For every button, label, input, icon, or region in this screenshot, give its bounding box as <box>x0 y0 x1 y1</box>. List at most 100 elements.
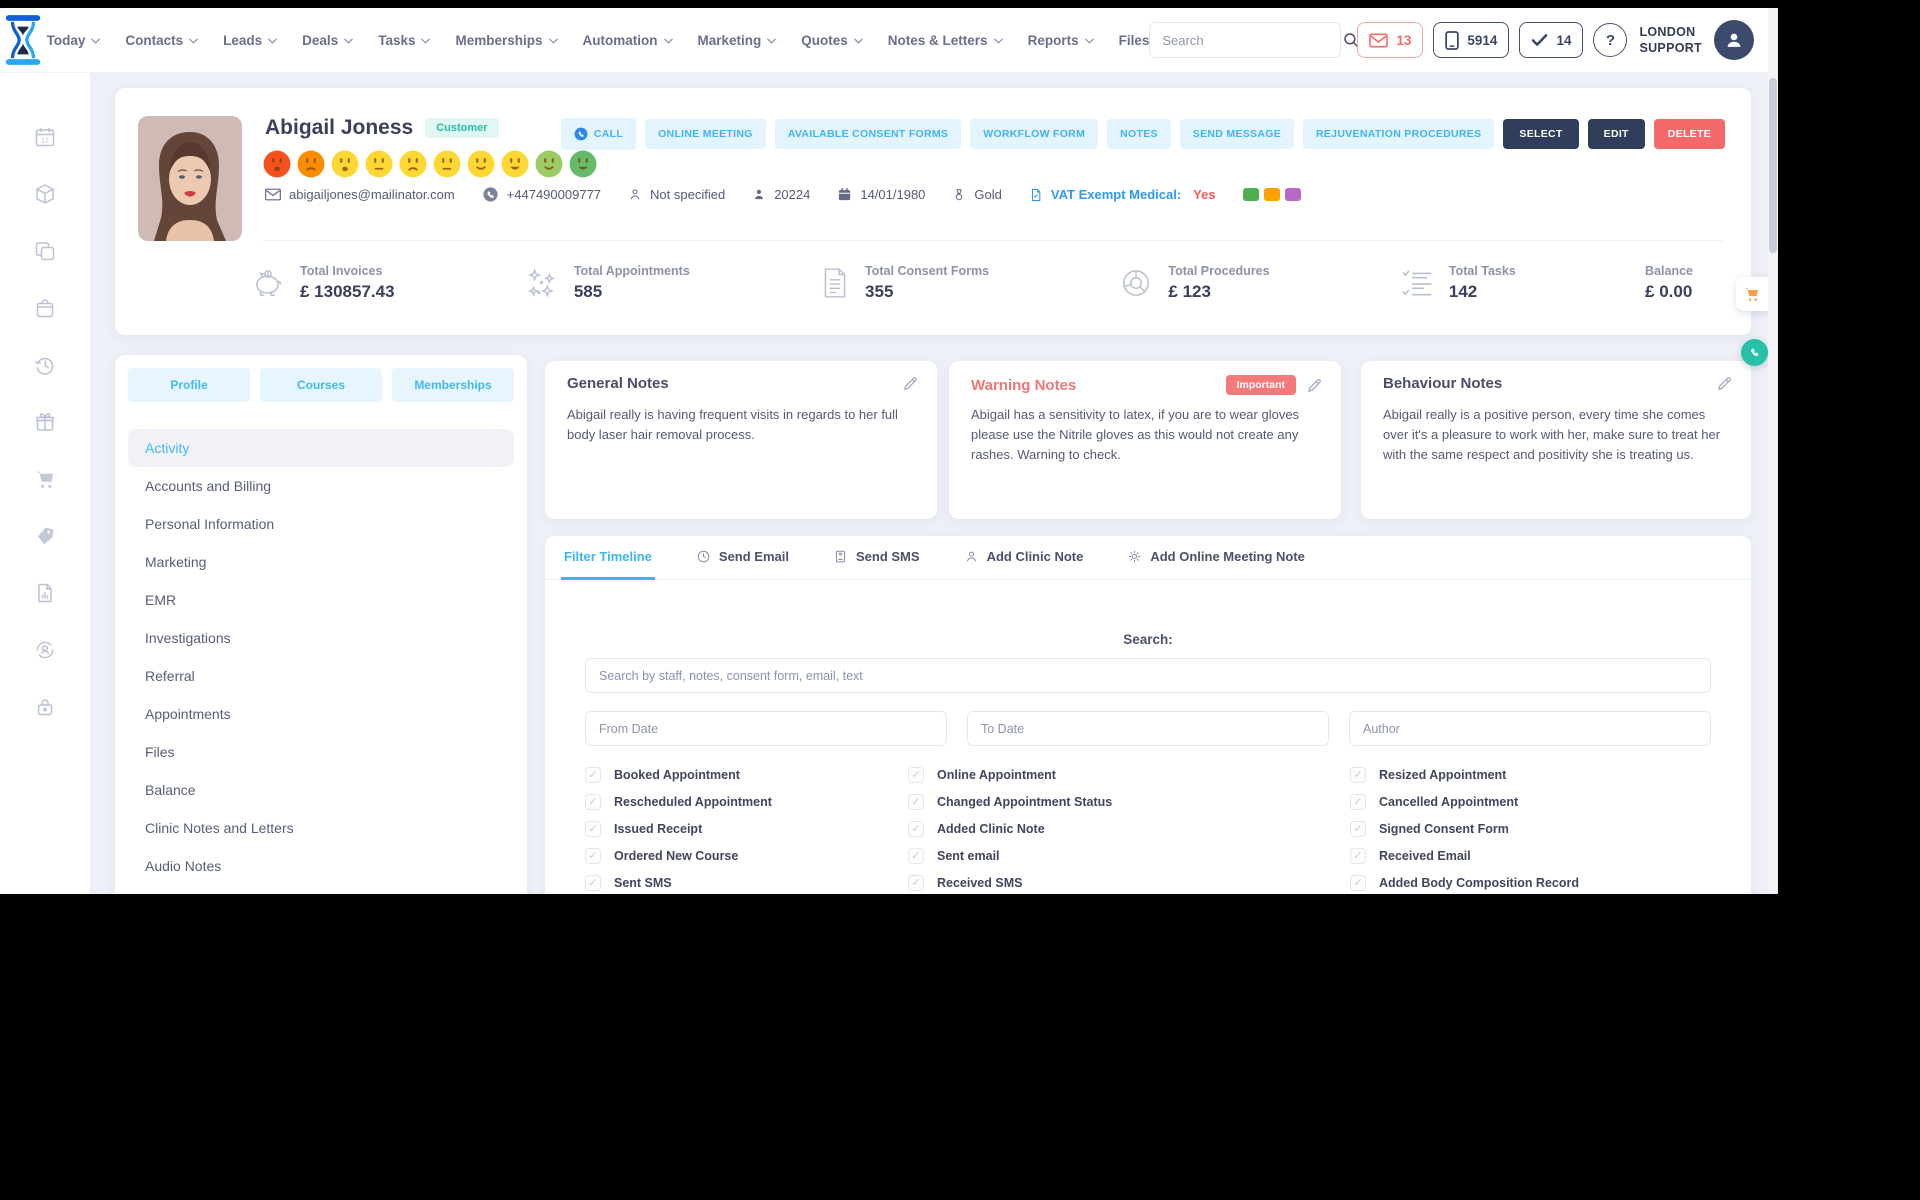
sales-tag-icon[interactable] <box>33 524 57 548</box>
cart-fab[interactable] <box>1736 277 1768 311</box>
color-tag[interactable] <box>1263 188 1280 201</box>
checkbox-checked-icon[interactable] <box>1350 820 1366 837</box>
gift-icon[interactable] <box>33 410 57 434</box>
vat-exempt-status[interactable]: VAT Exempt Medical: Yes <box>1029 187 1216 203</box>
profile-menu-item[interactable]: Accounts and Billing <box>128 467 514 505</box>
tab-profile[interactable]: Profile <box>128 368 250 402</box>
filter-checkbox-item[interactable]: Changed Appointment Status <box>908 793 1350 810</box>
search-input[interactable] <box>1150 32 1343 48</box>
profile-menu-item[interactable]: Investigations <box>128 619 514 657</box>
checkbox-checked-icon[interactable] <box>1350 874 1366 891</box>
nav-item[interactable]: Memberships <box>455 33 558 48</box>
select-button[interactable]: SELECT <box>1503 119 1579 149</box>
brand-logo[interactable] <box>0 14 47 66</box>
lock-icon[interactable] <box>33 695 57 719</box>
tab-memberships[interactable]: Memberships <box>392 368 514 402</box>
tab-send-sms[interactable]: Send SMS <box>830 536 923 580</box>
satisfaction-face-icon[interactable] <box>501 150 529 178</box>
nav-item[interactable]: Contacts <box>125 33 198 48</box>
edit-pencil-icon[interactable] <box>1716 375 1733 392</box>
copy-icon[interactable] <box>33 239 57 263</box>
satisfaction-face-icon[interactable] <box>535 150 563 178</box>
profile-menu-item[interactable]: Referral <box>128 657 514 695</box>
nav-item[interactable]: Notes & Letters <box>888 33 1003 48</box>
tab-send-email[interactable]: Send Email <box>693 536 792 580</box>
filter-checkbox-item[interactable]: Signed Consent Form <box>1350 820 1711 837</box>
edit-pencil-icon[interactable] <box>1306 377 1323 394</box>
scrollbar-thumb[interactable] <box>1769 78 1777 253</box>
checkbox-checked-icon[interactable] <box>585 874 601 891</box>
customer-photo[interactable] <box>138 116 242 241</box>
report-icon[interactable] <box>33 581 57 605</box>
notes-button[interactable]: NOTES <box>1107 119 1171 149</box>
checkbox-checked-icon[interactable] <box>585 793 601 810</box>
checkbox-checked-icon[interactable] <box>908 847 924 864</box>
profile-menu-item[interactable]: Files <box>128 733 514 771</box>
checkbox-checked-icon[interactable] <box>908 820 924 837</box>
edit-pencil-icon[interactable] <box>902 375 919 392</box>
filter-checkbox-item[interactable]: Booked Appointment <box>585 766 908 783</box>
nav-item[interactable]: Today <box>47 33 101 48</box>
from-date-input[interactable] <box>585 711 947 746</box>
customer-sync-icon[interactable] <box>33 638 57 662</box>
filter-checkbox-item[interactable]: Added Clinic Note <box>908 820 1350 837</box>
rejuvenation-procedures-button[interactable]: REJUVENATION PROCEDURES <box>1303 119 1495 149</box>
help-button[interactable]: ? <box>1593 23 1628 57</box>
phone-calls-badge[interactable]: 5914 <box>1433 22 1510 58</box>
checkbox-checked-icon[interactable] <box>908 766 924 783</box>
satisfaction-face-icon[interactable] <box>399 150 427 178</box>
tab-add-online-meeting-note[interactable]: Add Online Meeting Note <box>1124 536 1308 580</box>
filter-checkbox-item[interactable]: Sent SMS <box>585 874 908 891</box>
edit-button[interactable]: EDIT <box>1587 119 1645 149</box>
customer-phone[interactable]: +447490009777 <box>482 186 601 203</box>
checkbox-checked-icon[interactable] <box>1350 793 1366 810</box>
filter-checkbox-item[interactable]: Rescheduled Appointment <box>585 793 908 810</box>
history-icon[interactable] <box>33 353 57 377</box>
timeline-search-input[interactable] <box>585 658 1711 693</box>
filter-checkbox-item[interactable]: Cancelled Appointment <box>1350 793 1711 810</box>
cart-icon[interactable] <box>33 467 57 491</box>
profile-menu-item[interactable]: Clinic Notes and Letters <box>128 809 514 847</box>
nav-item[interactable]: Tasks <box>378 33 431 48</box>
nav-item[interactable]: Reports <box>1028 33 1094 48</box>
profile-menu-item[interactable]: Activity <box>128 429 514 467</box>
filter-checkbox-item[interactable]: Sent email <box>908 847 1350 864</box>
filter-checkbox-item[interactable]: Received SMS <box>908 874 1350 891</box>
tab-courses[interactable]: Courses <box>260 368 382 402</box>
checkbox-checked-icon[interactable] <box>585 847 601 864</box>
filter-checkbox-item[interactable]: Added Body Composition Record <box>1350 874 1711 891</box>
profile-menu-item[interactable]: Audio Notes <box>128 847 514 885</box>
profile-menu-item[interactable]: Marketing <box>128 543 514 581</box>
filter-checkbox-item[interactable]: Ordered New Course <box>585 847 908 864</box>
profile-menu-item[interactable]: Appointments <box>128 695 514 733</box>
vertical-scrollbar[interactable] <box>1768 8 1778 894</box>
call-button[interactable]: CALL <box>560 118 637 150</box>
profile-menu-item[interactable]: Balance <box>128 771 514 809</box>
to-date-input[interactable] <box>967 711 1329 746</box>
nav-item[interactable]: Files <box>1119 33 1150 48</box>
color-tag[interactable] <box>1242 188 1259 201</box>
user-avatar[interactable] <box>1714 20 1754 60</box>
satisfaction-face-icon[interactable] <box>297 150 325 178</box>
nav-item[interactable]: Marketing <box>698 33 777 48</box>
calendar-icon[interactable]: 12 <box>33 125 57 149</box>
satisfaction-face-icon[interactable] <box>263 150 291 178</box>
nav-item[interactable]: Automation <box>583 33 673 48</box>
filter-checkbox-item[interactable]: Resized Appointment <box>1350 766 1711 783</box>
workflow-form-button[interactable]: WORKFLOW FORM <box>970 119 1099 149</box>
checkbox-checked-icon[interactable] <box>1350 766 1366 783</box>
color-tag[interactable] <box>1284 188 1301 201</box>
checkbox-checked-icon[interactable] <box>585 766 601 783</box>
profile-menu-item[interactable]: EMR <box>128 581 514 619</box>
tab-filter-timeline[interactable]: Filter Timeline <box>561 536 655 580</box>
messages-badge[interactable]: 13 <box>1357 22 1424 58</box>
checkbox-checked-icon[interactable] <box>908 793 924 810</box>
available-consent-forms-button[interactable]: AVAILABLE CONSENT FORMS <box>774 119 962 149</box>
delete-button[interactable]: DELETE <box>1653 119 1725 149</box>
package-icon[interactable] <box>33 182 57 206</box>
nav-item[interactable]: Leads <box>223 33 277 48</box>
author-input[interactable] <box>1349 711 1711 746</box>
nav-item[interactable]: Deals <box>302 33 354 48</box>
checkbox-checked-icon[interactable] <box>1350 847 1366 864</box>
filter-checkbox-item[interactable]: Received Email <box>1350 847 1711 864</box>
